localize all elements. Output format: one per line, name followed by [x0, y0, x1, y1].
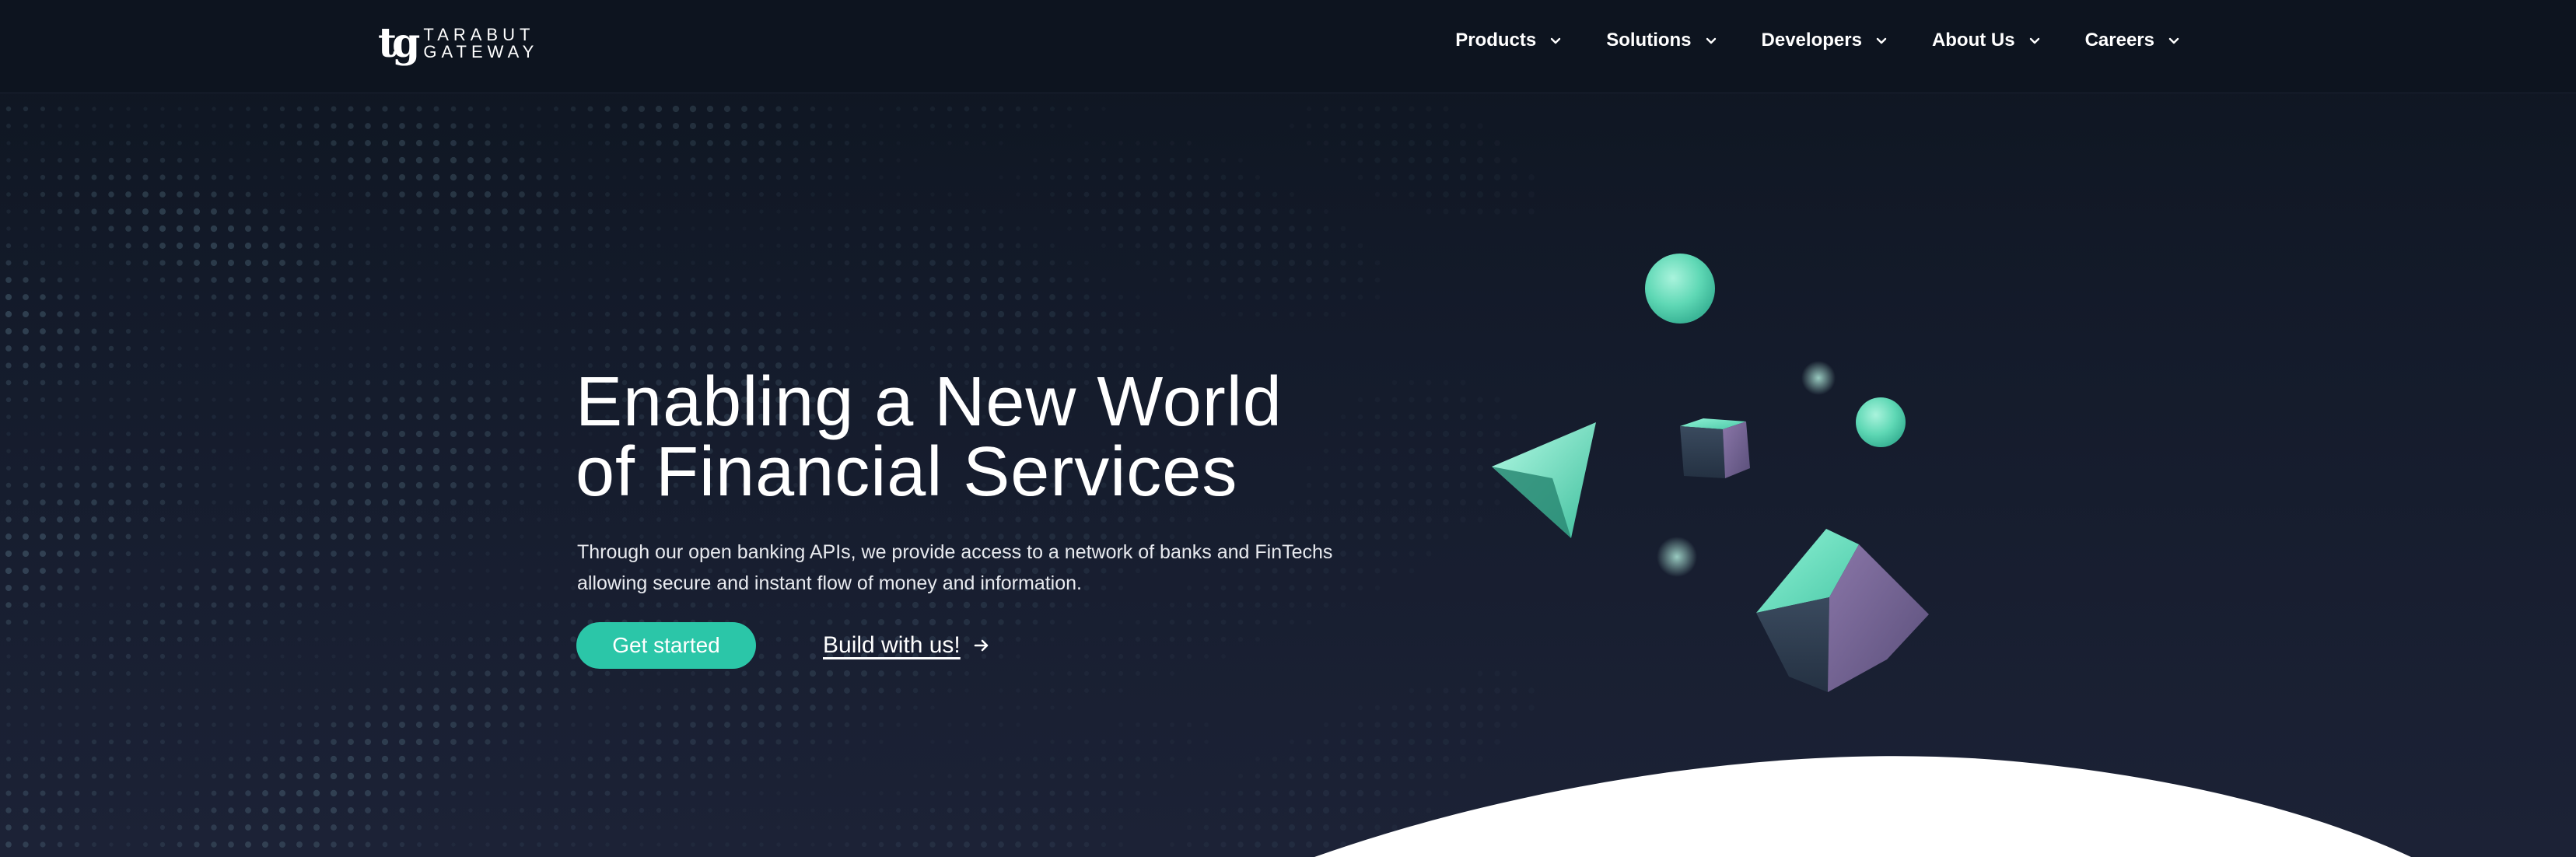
nav-item-label: Solutions: [1606, 30, 1692, 51]
hero-headline: Enabling a New World of Financial Servic…: [576, 367, 1509, 507]
logo-wordmark: TARABUT GATEWAY: [423, 26, 538, 61]
headline-line-1: Enabling a New World: [576, 363, 1283, 441]
nav-item-label: Products: [1455, 30, 1537, 51]
chevron-down-icon: [1876, 37, 1887, 44]
subtext-line-2: allowing secure and instant flow of mone…: [577, 572, 1082, 594]
arrow-right-icon: [974, 639, 989, 652]
chevron-down-icon: [2168, 37, 2179, 44]
nav-item-label: Careers: [2084, 30, 2154, 51]
chevron-down-icon: [1706, 37, 1716, 44]
site-header: tg TARABUT GATEWAY Products Solutions De…: [0, 0, 2576, 93]
logo-line-2: GATEWAY: [423, 42, 539, 61]
nav-item-about-us[interactable]: About Us: [1932, 30, 2042, 51]
subtext-line-1: Through our open banking APIs, we provid…: [577, 541, 1333, 563]
build-with-us-label: Build with us!: [823, 632, 961, 658]
hero-section: tg TARABUT GATEWAY Products Solutions De…: [0, 0, 2576, 857]
main-nav: Products Solutions Developers About Us C…: [1455, 30, 2181, 51]
nav-item-products[interactable]: Products: [1455, 30, 1563, 51]
logo-line-1: TARABUT: [423, 25, 535, 44]
brand-logo[interactable]: tg TARABUT GATEWAY: [378, 20, 538, 67]
build-with-us-link[interactable]: Build with us!: [823, 628, 990, 663]
chevron-down-icon: [2029, 37, 2039, 44]
hero-subtext: Through our open banking APIs, we provid…: [577, 537, 1433, 599]
nav-item-solutions[interactable]: Solutions: [1606, 30, 1717, 51]
get-started-button[interactable]: Get started: [576, 622, 756, 669]
nav-item-developers[interactable]: Developers: [1762, 30, 1888, 51]
nav-item-label: Developers: [1761, 30, 1862, 51]
logo-mark: tg: [378, 19, 420, 67]
chevron-down-icon: [1551, 37, 1561, 44]
nav-item-careers[interactable]: Careers: [2085, 30, 2181, 51]
nav-item-label: About Us: [1931, 30, 2015, 51]
headline-line-2: of Financial Services: [576, 433, 1238, 511]
